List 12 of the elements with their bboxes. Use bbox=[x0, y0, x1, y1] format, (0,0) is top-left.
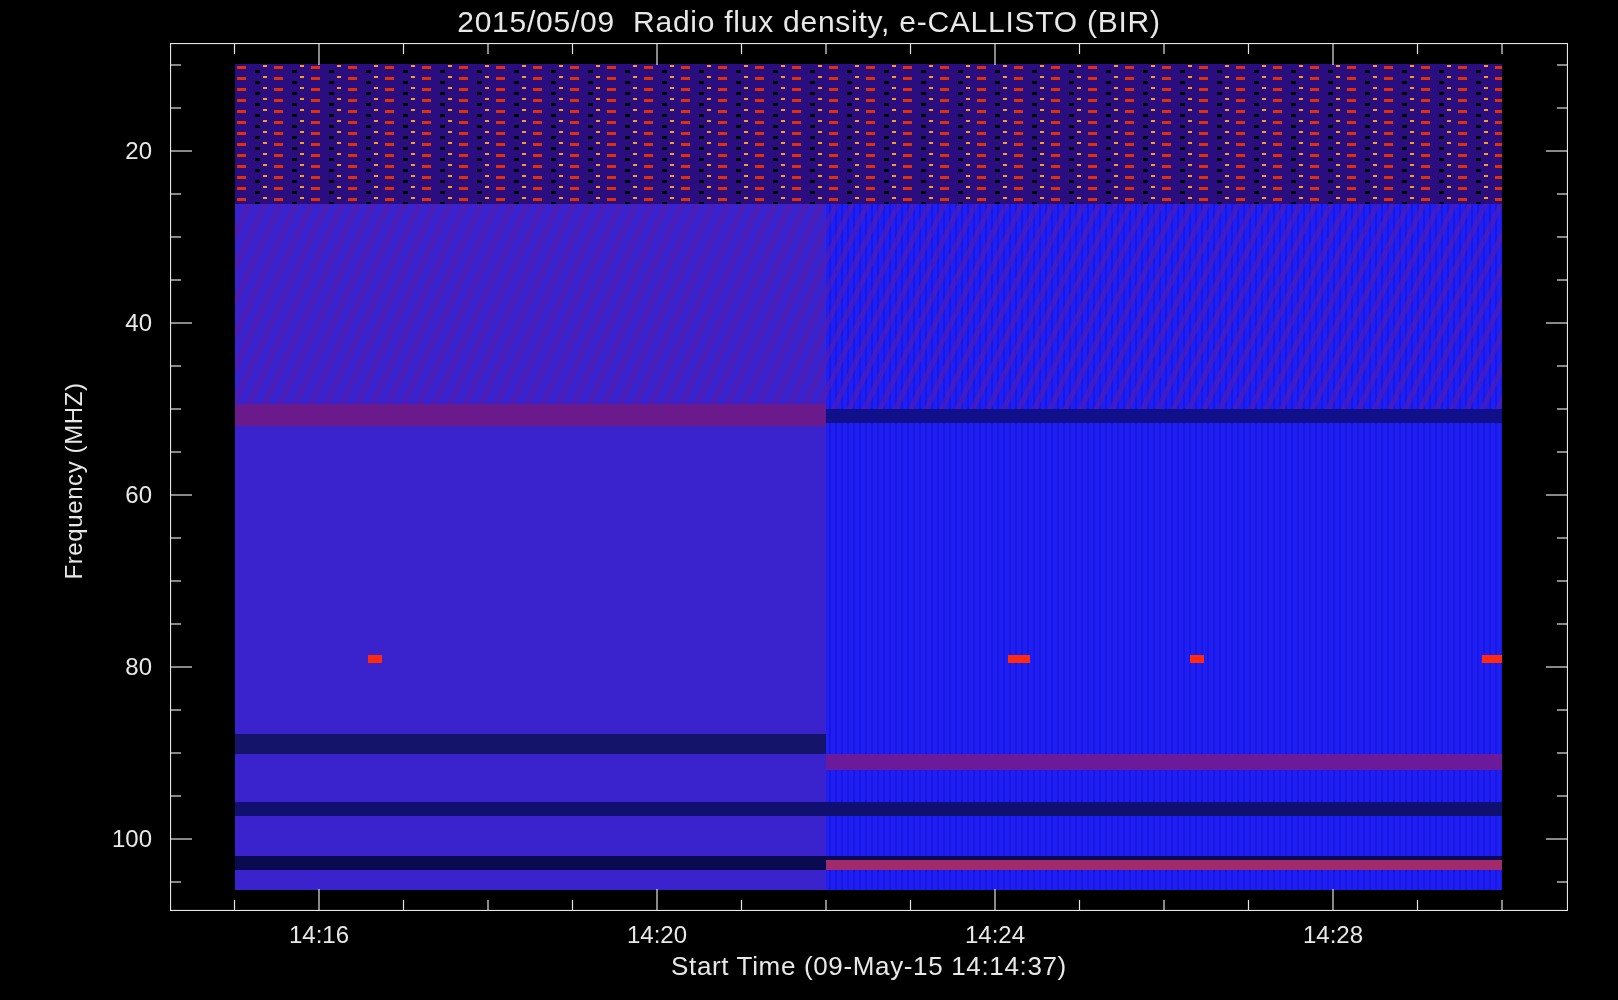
x-axis-title: Start Time (09-May-15 14:14:37) bbox=[671, 953, 1067, 979]
y-tick-label: 100 bbox=[111, 827, 152, 851]
y-tick-label: 80 bbox=[125, 655, 152, 679]
y-tick-label: 60 bbox=[125, 483, 152, 507]
y-tick-label: 40 bbox=[125, 311, 152, 335]
x-tick-label: 14:24 bbox=[964, 923, 1026, 947]
y-axis-title: Frequency (MHZ) bbox=[59, 382, 88, 580]
x-tick-label: 14:28 bbox=[1302, 923, 1364, 947]
x-tick-label: 14:16 bbox=[288, 923, 350, 947]
y-tick-label: 20 bbox=[125, 139, 152, 163]
x-tick-label: 14:20 bbox=[626, 923, 688, 947]
chart-title: 2015/05/09 Radio flux density, e-CALLISTO (BIR) bbox=[457, 6, 1161, 37]
